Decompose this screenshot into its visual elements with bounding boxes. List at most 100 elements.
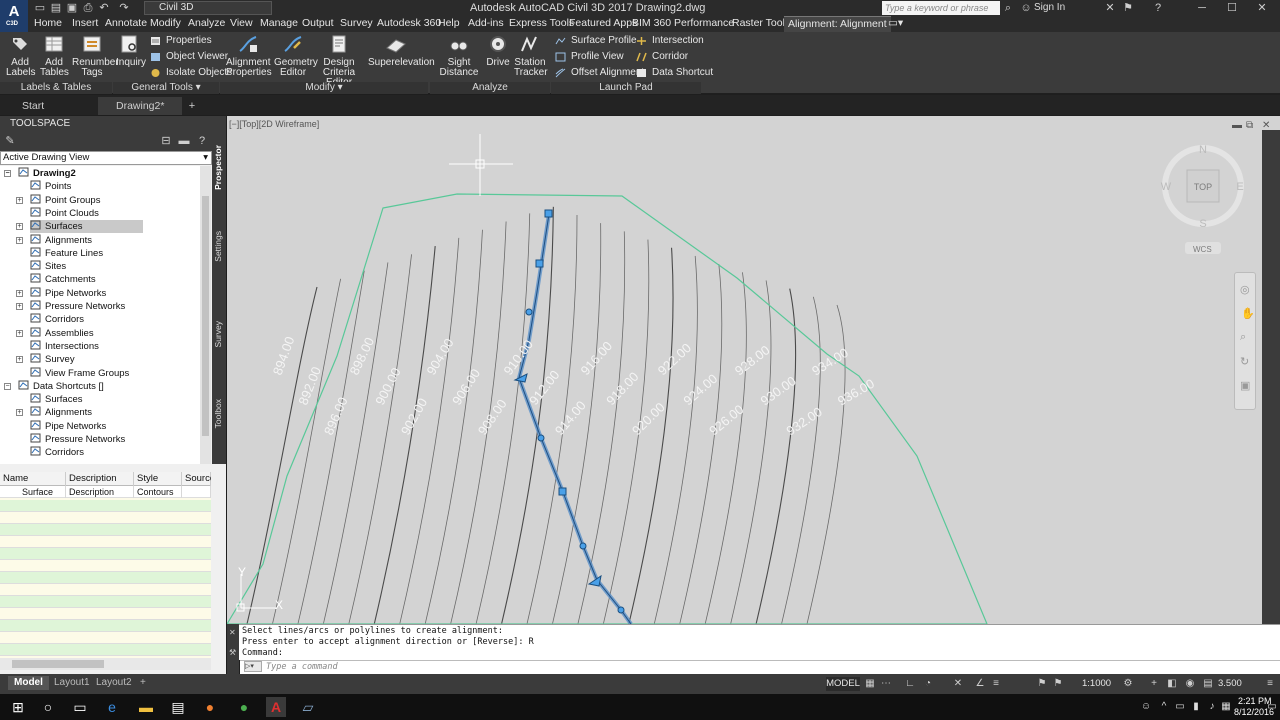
- ribbon-tab-options-icon[interactable]: ▭▾: [888, 16, 903, 32]
- open-icon[interactable]: ▤: [50, 2, 62, 14]
- drawing-canvas[interactable]: 894.00892.00896.00 898.00900.00902.00 904.…: [227, 116, 1280, 624]
- annotation-visibility-icon[interactable]: ⚑: [1036, 678, 1048, 690]
- command-input[interactable]: Type a command: [240, 660, 1280, 674]
- tab-raster-tools[interactable]: Raster Tools: [732, 16, 790, 32]
- tree-item[interactable]: − Drawing2: [4, 167, 76, 180]
- grid-header-source[interactable]: Source: [182, 472, 211, 486]
- table-row[interactable]: Surface Description Contours 2r: [0, 486, 211, 509]
- workspace-gear-icon[interactable]: ⚙: [1122, 678, 1134, 690]
- tab-home[interactable]: Home: [34, 16, 62, 32]
- redo-icon[interactable]: ↷: [118, 2, 130, 14]
- task-view-icon[interactable]: ▭: [70, 697, 90, 717]
- grid-header-name[interactable]: Name: [0, 472, 66, 486]
- tree-item[interactable]: + Pressure Networks: [16, 300, 125, 313]
- tab-annotate[interactable]: Annotate: [105, 16, 147, 32]
- station-tracker-button[interactable]: Station Tracker: [514, 34, 548, 78]
- offset-alignment-button[interactable]: Offset Alignment: [555, 67, 644, 79]
- add-labels-button[interactable]: Add Labels: [6, 34, 35, 78]
- network-icon[interactable]: ▮: [1190, 701, 1202, 713]
- tree-item[interactable]: Pipe Networks: [30, 420, 106, 433]
- renumber-tags-button[interactable]: Renumber Tags: [72, 34, 119, 78]
- toolspace-panorama-icon[interactable]: ▬: [178, 135, 190, 147]
- tree-item[interactable]: View Frame Groups: [30, 367, 129, 380]
- viewport-controls-label[interactable]: [−][Top][2D Wireframe]: [229, 119, 319, 129]
- help-icon[interactable]: ?: [1152, 2, 1164, 14]
- connect-icon[interactable]: ⚑: [1122, 2, 1134, 14]
- properties-button[interactable]: Properties: [150, 35, 212, 47]
- expand-icon[interactable]: +: [16, 236, 23, 244]
- command-line-grip[interactable]: ✕ ⚒: [227, 624, 239, 674]
- tab-survey[interactable]: Survey: [340, 16, 373, 32]
- hardware-accel-icon[interactable]: ◉: [1184, 678, 1196, 690]
- vtab-toolbox[interactable]: Toolbox: [213, 399, 225, 428]
- keyboard-icon[interactable]: ▦: [1220, 701, 1232, 713]
- tab-express-tools[interactable]: Express Tools: [509, 16, 574, 32]
- grid-scroll-thumb[interactable]: [12, 660, 104, 668]
- tab-insert[interactable]: Insert: [72, 16, 98, 32]
- windows-start-icon[interactable]: ⊞: [8, 697, 28, 717]
- vtab-prospector[interactable]: Prospector: [213, 145, 225, 190]
- application-menu-button[interactable]: A C3D: [0, 0, 28, 32]
- viewport-minimize-icon[interactable]: ▬: [1232, 120, 1242, 131]
- tree-item[interactable]: Sites: [30, 260, 66, 273]
- customize-icon[interactable]: ≡: [1264, 678, 1276, 690]
- tray-people-icon[interactable]: ☺: [1140, 701, 1152, 713]
- close-icon[interactable]: ✕: [229, 628, 236, 637]
- annotation-scale-select[interactable]: 1:1000: [1082, 678, 1111, 689]
- viewport-restore-icon[interactable]: ⧉: [1246, 120, 1253, 131]
- autoscale-icon[interactable]: ⚑: [1052, 678, 1064, 690]
- tab-analyze[interactable]: Analyze: [188, 16, 225, 32]
- collapse-icon[interactable]: −: [4, 382, 11, 390]
- osnap-icon[interactable]: ✕: [952, 678, 964, 690]
- panel-general-tools[interactable]: General Tools ▾: [113, 82, 219, 94]
- toolspace-toggle-icon[interactable]: ⊟: [160, 135, 172, 147]
- compass-south[interactable]: S: [1199, 218, 1206, 230]
- civil-transparent-icon[interactable]: ▤: [1202, 678, 1214, 690]
- add-layout-icon[interactable]: +: [134, 676, 152, 690]
- profile-view-button[interactable]: Profile View: [555, 51, 624, 63]
- orbit-icon[interactable]: ↻: [1240, 355, 1249, 368]
- grid-horizontal-scrollbar[interactable]: [0, 658, 211, 670]
- command-prompt-icon[interactable]: ▷▾: [244, 661, 262, 672]
- layout-tab-layout1[interactable]: Layout1: [48, 676, 96, 690]
- tab-add-ins[interactable]: Add-ins: [468, 16, 504, 32]
- tree-item[interactable]: Pressure Networks: [30, 433, 125, 446]
- compass-east[interactable]: E: [1236, 181, 1243, 193]
- tree-item[interactable]: + Point Groups: [16, 194, 100, 207]
- tree-item[interactable]: + Assemblies: [16, 327, 94, 340]
- file-explorer-icon[interactable]: ▬: [136, 697, 156, 717]
- geometry-editor-button[interactable]: Geometry Editor: [274, 34, 318, 78]
- wrench-icon[interactable]: ⚒: [229, 648, 236, 657]
- polar-icon[interactable]: ◔: [922, 678, 934, 690]
- toolspace-pin-icon[interactable]: ✎: [4, 135, 16, 147]
- compass-west[interactable]: W: [1161, 181, 1172, 193]
- alignment-grip[interactable]: [525, 308, 533, 316]
- notifications-icon[interactable]: ▭: [1266, 701, 1278, 713]
- alignment-grip[interactable]: [544, 209, 553, 218]
- new-tab-icon[interactable]: +: [186, 100, 198, 112]
- exchange-icon[interactable]: ✕: [1104, 2, 1116, 14]
- tab-alignment[interactable]: Alignment: Alignment: [784, 16, 891, 32]
- tree-item[interactable]: + Survey: [16, 353, 75, 366]
- tab-performance[interactable]: Performance: [674, 16, 734, 32]
- maximize-button[interactable]: ☐: [1222, 1, 1242, 15]
- tree-item[interactable]: + Alignments: [16, 406, 92, 419]
- layout-tab-model[interactable]: Model: [8, 676, 49, 690]
- notepad-icon[interactable]: ▱: [298, 697, 318, 717]
- drive-button[interactable]: Drive: [486, 34, 510, 68]
- data-shortcut-button[interactable]: Data Shortcut: [636, 67, 713, 79]
- tree-item[interactable]: Intersections: [30, 340, 99, 353]
- tree-scroll-thumb[interactable]: [202, 196, 209, 436]
- plot-icon[interactable]: ⎙: [82, 2, 94, 14]
- isolate-icon[interactable]: ◧: [1166, 678, 1178, 690]
- tab-manage[interactable]: Manage: [260, 16, 298, 32]
- ortho-icon[interactable]: ∟: [904, 678, 916, 690]
- design-criteria-editor-button[interactable]: Design Criteria Editor: [314, 34, 364, 88]
- tree-item[interactable]: + Pipe Networks: [16, 287, 106, 300]
- sight-distance-button[interactable]: Sight Distance: [432, 34, 486, 78]
- edge-icon[interactable]: e: [102, 697, 122, 717]
- undo-icon[interactable]: ↶: [98, 2, 110, 14]
- otrack-icon[interactable]: ∠: [974, 678, 986, 690]
- vtab-survey[interactable]: Survey: [213, 321, 225, 347]
- tree-item[interactable]: + Alignments: [16, 234, 92, 247]
